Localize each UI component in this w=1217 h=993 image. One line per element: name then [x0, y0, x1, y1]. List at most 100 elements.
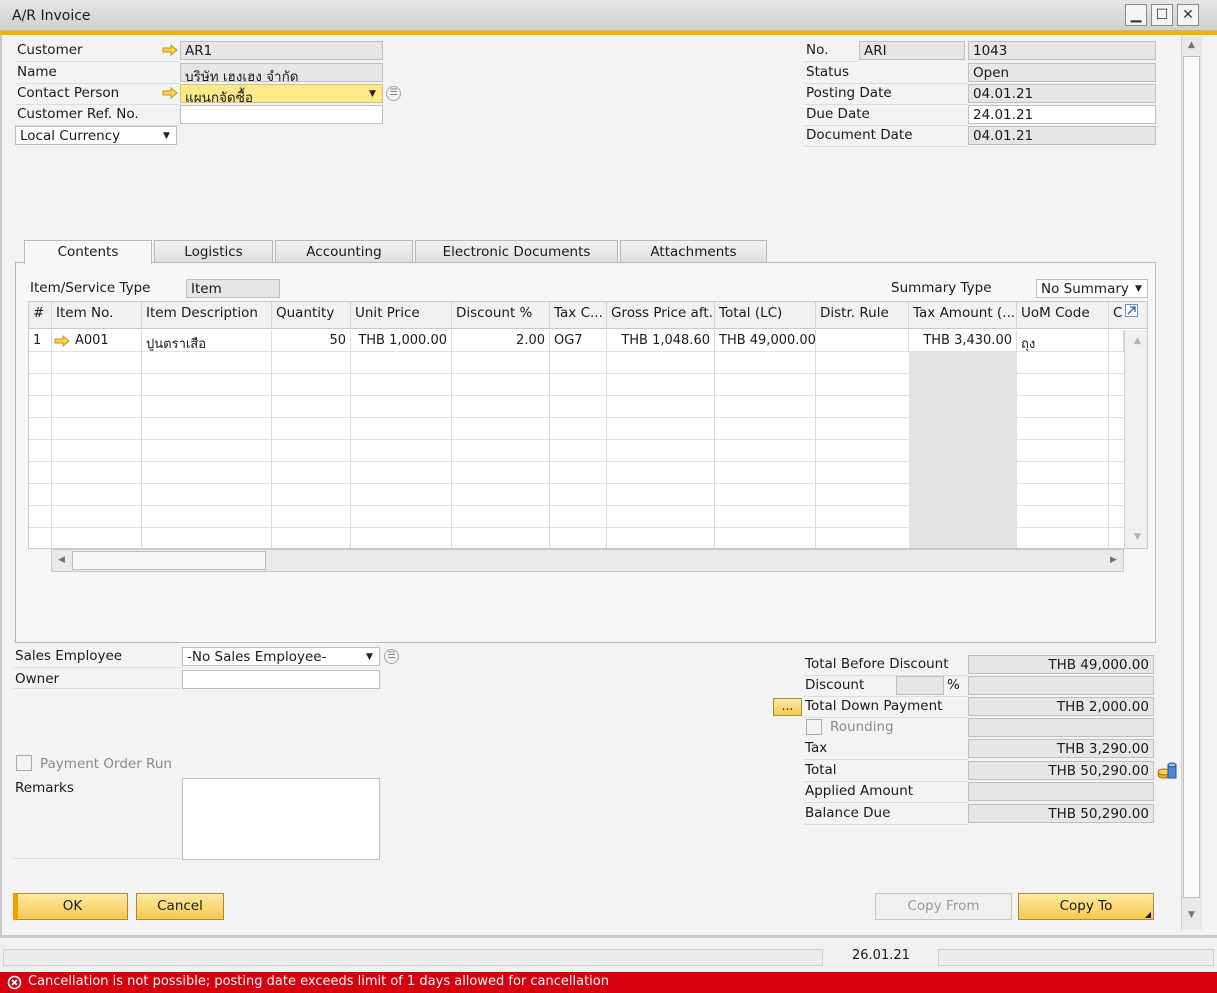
summary-type-value: No Summary — [1041, 281, 1129, 297]
owner-input[interactable] — [182, 670, 380, 689]
currency-value: Local Currency — [20, 128, 121, 144]
item-description-cell[interactable]: ปูนตราเสือ — [142, 330, 272, 352]
currency-select[interactable]: Local Currency — [15, 126, 177, 145]
column-header[interactable]: Unit Price — [351, 302, 452, 329]
rounding-label: Rounding — [830, 719, 894, 735]
remarks-separator — [13, 858, 180, 859]
column-header[interactable]: UoM Code — [1017, 302, 1109, 329]
column-header[interactable]: Gross Price aft... — [607, 302, 715, 329]
column-header[interactable]: Distr. Rule — [816, 302, 909, 329]
distr-rule-cell[interactable] — [816, 330, 909, 352]
maximize-icon[interactable]: ☐ — [1151, 4, 1173, 26]
scroll-down-icon[interactable]: ▼ — [1184, 908, 1199, 923]
dropdown-arrow-icon[interactable]: ▼ — [1135, 284, 1142, 294]
copy-from-button[interactable]: Copy From — [875, 893, 1012, 920]
column-header[interactable]: Item No. — [52, 302, 142, 329]
remarks-label: Remarks — [15, 780, 74, 796]
status-message-area — [3, 949, 823, 966]
quantity-cell[interactable]: 50 — [272, 330, 351, 352]
dropdown-arrow-icon[interactable]: ▼ — [366, 652, 373, 662]
item-no-cell[interactable]: A001 — [52, 330, 142, 352]
rounding-checkbox[interactable] — [806, 719, 822, 735]
cancel-button[interactable]: Cancel — [136, 893, 224, 920]
payment-order-run-checkbox[interactable] — [16, 755, 32, 771]
summary-type-select[interactable]: No Summary — [1036, 279, 1148, 298]
column-header[interactable]: Discount % — [452, 302, 550, 329]
status-label: Status — [804, 63, 968, 84]
item-type-field[interactable]: Item — [186, 279, 280, 298]
tax-field: THB 3,290.00 — [968, 739, 1154, 758]
unit-price-cell[interactable]: THB 1,000.00 — [351, 330, 452, 352]
contact-person-field[interactable]: แผนกจัดซื้อ — [180, 84, 383, 103]
column-header[interactable]: Quantity — [272, 302, 351, 329]
scroll-right-icon[interactable]: ▶ — [1106, 553, 1121, 568]
doc-number-field[interactable]: 1043 — [968, 41, 1156, 60]
tax-label: Tax — [804, 739, 968, 760]
applied-amount-label: Applied Amount — [804, 782, 968, 803]
discount-percent-field[interactable] — [896, 676, 944, 695]
link-arrow-icon[interactable] — [162, 44, 178, 56]
copy-to-button[interactable]: Copy To ◢ — [1018, 893, 1154, 920]
choose-icon[interactable]: ☰ — [384, 649, 399, 664]
scroll-down-icon[interactable]: ▼ — [1130, 530, 1145, 545]
down-payment-choose-button[interactable]: ... — [773, 698, 802, 716]
tab-contents[interactable]: Contents — [24, 240, 152, 264]
tab-accounting[interactable]: Accounting — [275, 240, 413, 263]
choose-icon[interactable]: ☰ — [386, 86, 401, 101]
discount-field[interactable] — [968, 676, 1154, 695]
row-number: 1 — [29, 330, 52, 352]
link-arrow-icon[interactable] — [162, 87, 178, 99]
scroll-left-icon[interactable]: ◀ — [54, 553, 69, 568]
grid-vertical-scrollbar[interactable] — [1124, 330, 1147, 548]
gross-price-cell[interactable]: THB 1,048.60 — [607, 330, 715, 352]
tab-attachments[interactable]: Attachments — [620, 240, 767, 263]
contact-person-label: Contact Person — [15, 84, 180, 105]
status-extra-area — [938, 949, 1214, 966]
column-header[interactable]: Item Description — [142, 302, 272, 329]
applied-amount-field — [968, 782, 1154, 801]
window-title: A/R Invoice — [12, 8, 91, 24]
posting-date-field[interactable]: 04.01.21 — [968, 84, 1156, 103]
coins-icon[interactable] — [1157, 760, 1178, 781]
scroll-up-icon[interactable]: ▲ — [1184, 38, 1199, 53]
expand-icon[interactable] — [1125, 304, 1138, 317]
column-header[interactable]: Total (LC) — [715, 302, 816, 329]
grid-horizontal-scrollbar-thumb[interactable] — [72, 551, 266, 570]
ok-button[interactable]: OK — [13, 893, 128, 920]
scroll-up-icon[interactable]: ▲ — [1130, 334, 1145, 349]
dropdown-arrow-icon[interactable]: ▼ — [369, 89, 376, 99]
tax-amount-column-shade — [909, 352, 1017, 548]
total-field: THB 50,290.00 — [968, 761, 1154, 780]
dropdown-arrow-icon[interactable]: ▼ — [163, 131, 170, 141]
percent-sign: % — [947, 677, 960, 693]
column-header[interactable]: Tax Amount (... — [909, 302, 1017, 329]
column-header[interactable]: # — [29, 302, 52, 329]
total-lc-cell[interactable]: THB 49,000.00 — [715, 330, 816, 352]
column-header[interactable]: Tax C... — [550, 302, 607, 329]
minimize-icon[interactable]: ▁ — [1125, 4, 1147, 26]
due-date-input[interactable]: 24.01.21 — [968, 105, 1156, 124]
rounding-field — [968, 718, 1154, 737]
remarks-textarea[interactable] — [182, 778, 380, 860]
grid-line — [350, 352, 351, 548]
name-label: Name — [15, 63, 180, 84]
uom-code-cell[interactable]: ถุง — [1017, 330, 1109, 352]
posting-date-label: Posting Date — [804, 84, 968, 105]
customer-field[interactable]: AR1 — [180, 41, 383, 60]
sales-employee-select[interactable]: -No Sales Employee- — [182, 647, 380, 666]
discount-cell[interactable]: 2.00 — [452, 330, 550, 352]
total-before-discount-label: Total Before Discount — [804, 655, 968, 676]
tab-logistics[interactable]: Logistics — [154, 240, 273, 263]
grid-line — [549, 352, 550, 548]
customer-ref-input[interactable] — [180, 105, 383, 124]
extra-cell[interactable] — [1109, 330, 1124, 352]
vertical-scrollbar-thumb[interactable] — [1183, 56, 1200, 898]
series-field[interactable]: ARI — [859, 41, 965, 60]
tab-electronic-documents[interactable]: Electronic Documents — [415, 240, 618, 263]
close-icon[interactable]: ✕ — [1177, 4, 1199, 26]
tax-code-cell[interactable]: OG7 — [550, 330, 607, 352]
document-date-field[interactable]: 04.01.21 — [968, 126, 1156, 145]
name-field[interactable]: บริษัท เฮงเฮง จำกัด — [180, 63, 383, 82]
status-field: Open — [968, 63, 1156, 82]
grid-line — [451, 352, 452, 548]
